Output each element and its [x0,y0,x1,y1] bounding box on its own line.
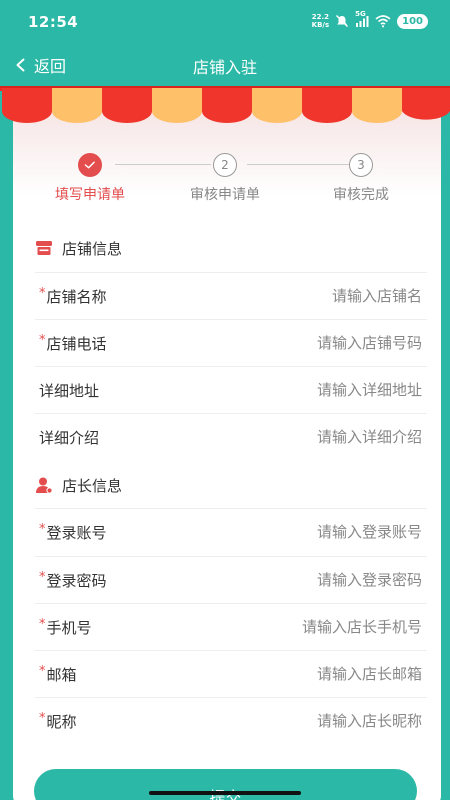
user-icon [36,477,53,494]
cell-signal: 5G [355,10,369,28]
phone-label: * 手机号 [39,616,92,637]
step-2: 2 审核申请单 [165,153,285,204]
login-password-input[interactable] [222,571,422,589]
shop-name-input[interactable] [222,287,422,305]
owner-info-title: 店长信息 [62,476,123,495]
step-3-number: 3 [349,153,373,177]
shop-intro-label: 详细介绍 [39,428,100,447]
email-label: * 邮箱 [39,663,77,684]
status-icons: 22.2 KB/s 5G 100 [311,10,428,29]
shop-phone-row: * 店铺电话 [35,319,427,366]
required-mark: * [39,710,46,726]
login-account-input[interactable] [222,523,422,541]
login-password-row: * 登录密码 [35,556,427,603]
shop-address-row: 详细地址 [35,366,427,413]
nickname-label: * 昵称 [39,710,77,731]
required-mark: * [39,521,46,537]
signal-type: 5G [355,10,366,18]
required-mark: * [39,663,46,679]
step-2-label: 审核申请单 [190,187,260,203]
shop-intro-input[interactable] [222,428,422,446]
shop-phone-label: * 店铺电话 [39,332,107,353]
step-1-label: 填写申请单 [55,187,125,203]
email-row: * 邮箱 [35,650,427,697]
app-header: 返回 店铺入驻 [0,44,450,86]
awning-graphic [0,86,450,123]
required-mark: * [39,616,46,632]
wifi-icon [375,15,391,28]
mute-icon [336,14,349,28]
shop-name-row: * 店铺名称 [35,272,427,319]
battery-icon: 100 [397,13,428,29]
shop-intro-row: 详细介绍 [35,413,427,460]
required-mark: * [39,332,46,348]
step-3-label: 审核完成 [333,187,389,203]
nickname-row: * 昵称 [35,697,427,744]
required-mark: * [39,569,46,585]
home-indicator [149,791,301,795]
required-mark: * [39,285,46,301]
email-input[interactable] [222,665,422,683]
login-account-row: * 登录账号 [35,508,427,555]
shop-address-input[interactable] [222,381,422,399]
shop-address-label: 详细地址 [39,381,100,400]
shop-phone-input[interactable] [222,334,422,352]
shop-icon [36,241,52,255]
owner-info-header: 店长信息 [35,462,427,508]
step-3: 3 审核完成 [301,153,421,204]
login-password-label: * 登录密码 [39,569,107,590]
status-time: 12:54 [28,13,79,31]
shop-name-label: * 店铺名称 [39,285,107,306]
login-account-label: * 登录账号 [39,521,107,542]
network-speed: 22.2 KB/s [311,13,330,29]
submit-button[interactable]: 提交 [34,769,417,800]
step-2-number: 2 [213,153,237,177]
shop-info-header: 店铺信息 [35,225,427,271]
nickname-input[interactable] [222,712,422,730]
phone-row: * 手机号 [35,603,427,650]
step-1: 填写申请单 [30,153,150,204]
status-bar: 12:54 22.2 KB/s 5G 100 [0,0,450,44]
phone-input[interactable] [222,618,422,636]
page-title: 店铺入驻 [192,58,257,77]
awning-decoration [0,86,450,124]
check-icon [78,153,102,177]
shop-info-title: 店铺信息 [62,239,123,258]
